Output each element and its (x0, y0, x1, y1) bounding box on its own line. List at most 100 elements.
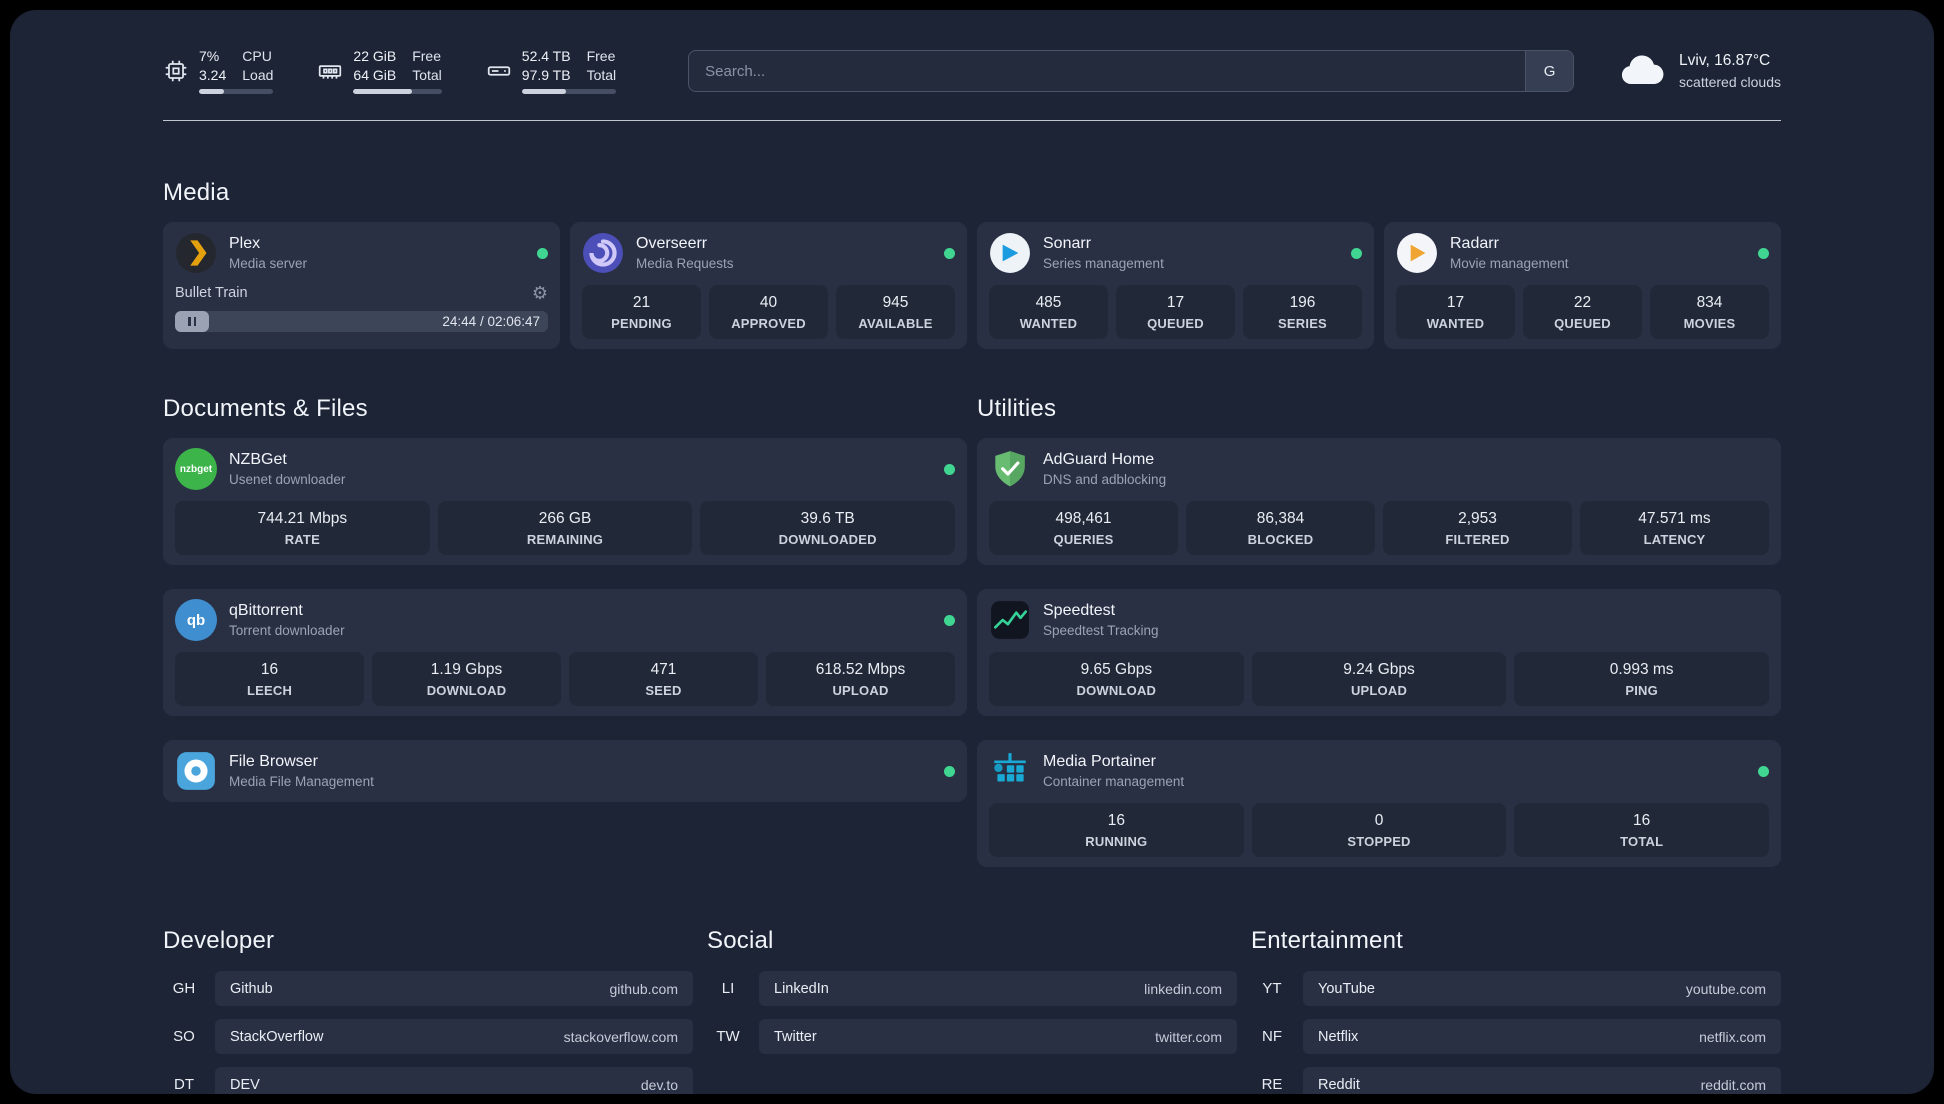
card-adguard[interactable]: AdGuard Home DNS and adblocking 498,461 … (977, 438, 1781, 565)
app-name: File Browser (229, 753, 318, 770)
search-input[interactable] (689, 51, 1526, 91)
memory-free-value: 22 GiB (353, 48, 397, 64)
adguard-icon (989, 448, 1031, 490)
cpu-percent: 7% (199, 48, 220, 64)
section-title-documents: Documents & Files (163, 395, 368, 422)
bookmark-reddit[interactable]: RE Reddit reddit.com (1251, 1067, 1781, 1094)
app-name: qBittorrent (229, 602, 303, 619)
stat-rate: 744.21 Mbps RATE (175, 501, 430, 555)
plex-icon (175, 232, 217, 274)
app-name: Media Portainer (1043, 753, 1156, 770)
memory-label-2: Total (412, 67, 442, 83)
stat-approved: 40 APPROVED (709, 285, 828, 339)
app-subtitle: Media File Management (229, 774, 374, 789)
stat-download: 9.65 Gbps DOWNLOAD (989, 652, 1244, 706)
search-provider-button[interactable]: G (1525, 51, 1574, 91)
disk-progress-fill (521, 89, 567, 94)
card-overseerr[interactable]: Overseerr Media Requests 21 PENDING 40 A… (570, 222, 967, 349)
memory-label-1: Free (412, 48, 442, 64)
stat-ping: 0.993 ms PING (1514, 652, 1770, 706)
cpu-widget: 7% 3.24 CPU Load (163, 48, 274, 94)
memory-total-value: 64 GiB (353, 67, 397, 83)
stat-latency: 47.571 ms LATENCY (1580, 501, 1769, 555)
app-subtitle: DNS and adblocking (1043, 472, 1167, 487)
card-filebrowser[interactable]: File Browser Media File Management (163, 740, 967, 802)
top-bar: 7% 3.24 CPU Load 22 GiB 64 GiB Free Tota… (163, 44, 1781, 98)
stat-upload: 9.24 Gbps UPLOAD (1251, 652, 1507, 706)
card-qbittorrent[interactable]: qb qBittorrent Torrent downloader 16 LEE… (163, 589, 967, 716)
section-title-social: Social (707, 927, 774, 954)
memory-widget: 22 GiB 64 GiB Free Total (317, 48, 442, 94)
now-playing-title: Bullet Train (175, 285, 248, 301)
playback-progress-bar[interactable]: 24:44 / 02:06:47 (175, 311, 548, 332)
cpu-load-value: 3.24 (199, 67, 227, 83)
weather-location: Lviv, 16.87°C (1679, 52, 1771, 69)
developer-group: Developer GH Github github.com SO StackO… (163, 927, 693, 1094)
app-name: Plex (229, 235, 261, 252)
card-radarr[interactable]: Radarr Movie management 17 WANTED 22 QUE… (1384, 222, 1781, 349)
pause-button[interactable] (175, 311, 209, 332)
app-subtitle: Media Requests (636, 256, 734, 271)
stat-blocked: 86,384 BLOCKED (1186, 501, 1375, 555)
portainer-icon (989, 750, 1031, 792)
weather-widget: Lviv, 16.87°C scattered clouds (1618, 51, 1781, 91)
stat-stopped: 0 STOPPED (1251, 803, 1507, 857)
card-speedtest[interactable]: Speedtest Speedtest Tracking 9.65 Gbps D… (977, 589, 1781, 716)
app-name: Speedtest (1043, 602, 1116, 619)
disk-free-value: 52.4 TB (521, 48, 571, 64)
disk-progress (521, 89, 617, 94)
bookmark-twitter[interactable]: TW Twitter twitter.com (707, 1019, 1237, 1054)
qbittorrent-icon: qb (175, 599, 217, 641)
app-name: Radarr (1450, 235, 1499, 252)
bookmark-dev[interactable]: DT DEV dev.to (163, 1067, 693, 1094)
stat-upload: 618.52 Mbps UPLOAD (766, 652, 955, 706)
cpu-label-2: Load (242, 67, 274, 83)
sonarr-icon (989, 232, 1031, 274)
bookmark-youtube[interactable]: YT YouTube youtube.com (1251, 971, 1781, 1006)
dashboard: 7% 3.24 CPU Load 22 GiB 64 GiB Free Tota… (10, 10, 1934, 1094)
disk-widget: 52.4 TB 97.9 TB Free Total (486, 48, 617, 94)
documents-column: Documents & Files nzbget NZBGet Usenet d… (163, 395, 967, 867)
section-title-utilities: Utilities (977, 395, 1057, 422)
stat-movies: 834 MOVIES (1650, 285, 1769, 339)
app-subtitle: Container management (1043, 774, 1185, 789)
section-title-entertainment: Entertainment (1251, 927, 1404, 954)
app-name: NZBGet (229, 451, 287, 468)
disk-total-value: 97.9 TB (521, 67, 571, 83)
stat-queries: 498,461 QUERIES (989, 501, 1178, 555)
playback-time: 24:44 / 02:06:47 (442, 314, 540, 329)
status-dot (537, 247, 548, 259)
gear-icon[interactable]: ⚙ (532, 284, 548, 302)
section-title-media: Media (163, 179, 230, 206)
radarr-icon (1396, 232, 1438, 274)
card-portainer[interactable]: Media Portainer Container management 16 … (977, 740, 1781, 867)
app-subtitle: Movie management (1450, 256, 1569, 271)
stat-queued: 17 QUEUED (1116, 285, 1235, 339)
bookmark-netflix[interactable]: NF Netflix netflix.com (1251, 1019, 1781, 1054)
disk-label-2: Total (586, 67, 617, 83)
stat-series: 196 SERIES (1243, 285, 1362, 339)
weather-condition: scattered clouds (1679, 74, 1781, 90)
disk-icon (486, 58, 512, 84)
bookmark-github[interactable]: GH Github github.com (163, 971, 693, 1006)
app-subtitle: Usenet downloader (229, 472, 346, 487)
stat-total: 16 TOTAL (1514, 803, 1770, 857)
header-divider (163, 120, 1781, 121)
stat-filtered: 2,953 FILTERED (1383, 501, 1572, 555)
card-sonarr[interactable]: Sonarr Series management 485 WANTED 17 Q… (977, 222, 1374, 349)
disk-label-1: Free (586, 48, 616, 64)
bookmark-linkedin[interactable]: LI LinkedIn linkedin.com (707, 971, 1237, 1006)
app-subtitle: Series management (1043, 256, 1164, 271)
app-subtitle: Torrent downloader (229, 623, 345, 638)
card-nzbget[interactable]: nzbget NZBGet Usenet downloader 744.21 M… (163, 438, 967, 565)
status-dot (944, 614, 955, 626)
stat-downloaded: 39.6 TB DOWNLOADED (700, 501, 956, 555)
cpu-progress (199, 89, 274, 94)
section-title-developer: Developer (163, 927, 275, 954)
bookmark-stackoverflow[interactable]: SO StackOverflow stackoverflow.com (163, 1019, 693, 1054)
status-dot (944, 247, 955, 259)
status-dot (1758, 765, 1769, 777)
card-plex[interactable]: Plex Media server Bullet Train ⚙ 24:44 /… (163, 222, 560, 349)
stat-seed: 471 SEED (569, 652, 758, 706)
memory-progress (353, 89, 442, 94)
